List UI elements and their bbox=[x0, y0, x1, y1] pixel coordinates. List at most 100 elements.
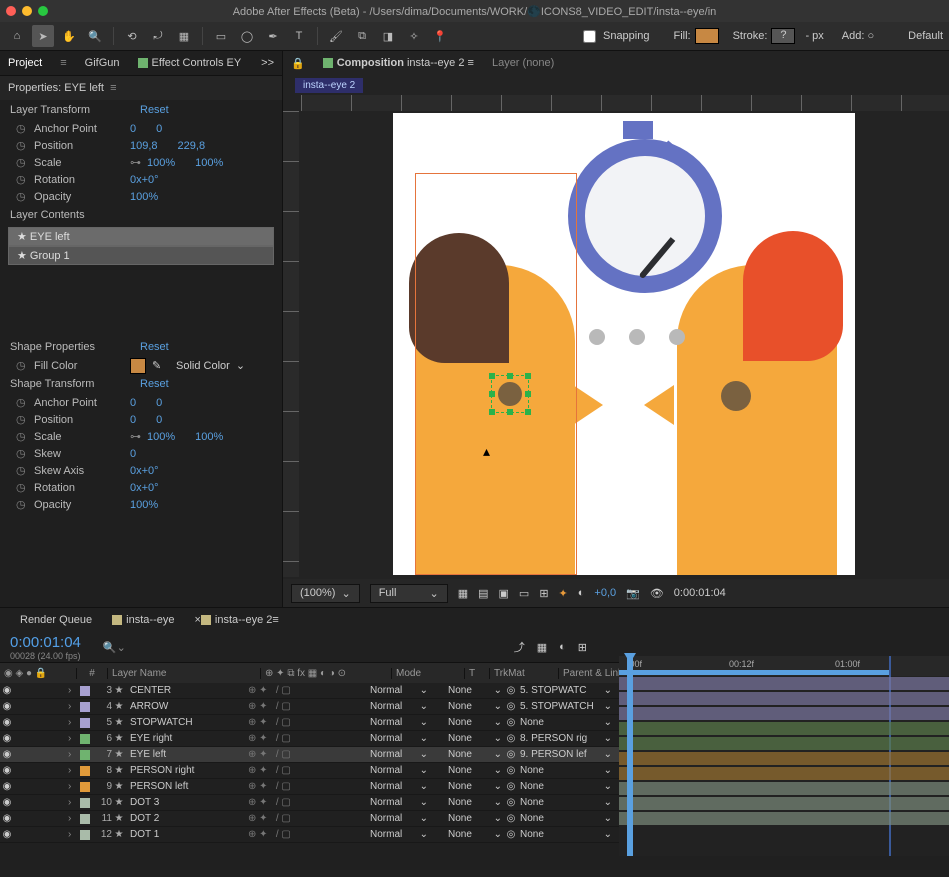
track-matte-dropdown[interactable]: None⌄ bbox=[448, 797, 502, 808]
motion-blur-icon[interactable]: ◐ bbox=[559, 641, 566, 653]
track-matte-dropdown[interactable]: None⌄ bbox=[448, 685, 502, 696]
layer-bar[interactable] bbox=[619, 782, 949, 795]
pin-tool-icon[interactable]: 📍 bbox=[429, 25, 451, 47]
pickwhip-icon[interactable]: ◎ bbox=[502, 765, 520, 776]
grid-icon[interactable]: ⊞ bbox=[539, 587, 548, 600]
tab-gifgun[interactable]: GifGun bbox=[85, 57, 120, 69]
blend-mode-dropdown[interactable]: Normal⌄ bbox=[370, 797, 428, 808]
window-buttons[interactable] bbox=[6, 6, 48, 16]
workspace-default[interactable]: Default bbox=[908, 30, 943, 42]
hand-tool-icon[interactable]: ✋ bbox=[58, 25, 80, 47]
fill-type-dropdown[interactable]: Solid Color ⌄ bbox=[176, 359, 245, 372]
pickwhip-icon[interactable]: ◎ bbox=[502, 685, 520, 696]
show-snapshot-icon[interactable]: 👁 bbox=[650, 587, 664, 600]
layer-name[interactable]: DOT 1 bbox=[126, 829, 248, 840]
snapshot-icon[interactable]: 📷 bbox=[626, 587, 640, 600]
close-icon[interactable] bbox=[6, 6, 16, 16]
layer-bar[interactable] bbox=[619, 677, 949, 690]
tab-insta-eye-2[interactable]: × insta--eye 2 ≡ bbox=[194, 614, 278, 626]
blend-mode-dropdown[interactable]: Normal⌄ bbox=[370, 749, 428, 760]
reset-shape-transform[interactable]: Reset bbox=[140, 378, 169, 390]
current-time-display[interactable]: 0:00:01:04 bbox=[10, 634, 81, 651]
pickwhip-icon[interactable]: ◎ bbox=[502, 749, 520, 760]
color-mgmt-icon[interactable]: ✦ bbox=[559, 587, 568, 600]
pickwhip-icon[interactable]: ◎ bbox=[502, 829, 520, 840]
visibility-icon[interactable]: ◉ bbox=[0, 701, 14, 712]
graph-editor-icon[interactable]: ⊞ bbox=[578, 641, 587, 654]
frame-blend-icon[interactable]: ▦ bbox=[537, 641, 547, 654]
label-color[interactable] bbox=[80, 782, 90, 792]
canvas-area[interactable]: ▴ bbox=[299, 111, 949, 577]
fast-preview-icon[interactable]: ▦ bbox=[458, 587, 468, 600]
stopwatch-icon[interactable]: ◷ bbox=[16, 139, 34, 152]
stroke-swatch[interactable]: ? bbox=[771, 28, 795, 44]
pickwhip-icon[interactable]: ◎ bbox=[502, 781, 520, 792]
layer-bar[interactable] bbox=[619, 707, 949, 720]
blend-mode-dropdown[interactable]: Normal⌄ bbox=[370, 765, 428, 776]
blend-mode-dropdown[interactable]: Normal⌄ bbox=[370, 717, 428, 728]
stopwatch-icon[interactable]: ◷ bbox=[16, 173, 34, 186]
blend-mode-dropdown[interactable]: Normal⌄ bbox=[370, 685, 428, 696]
stopwatch-icon[interactable]: ◷ bbox=[16, 359, 34, 372]
track-matte-dropdown[interactable]: None⌄ bbox=[448, 829, 502, 840]
ellipse-tool-icon[interactable]: ◯ bbox=[236, 25, 258, 47]
layer-bar[interactable] bbox=[619, 812, 949, 825]
reset-shape-props[interactable]: Reset bbox=[140, 341, 169, 353]
eraser-tool-icon[interactable]: ◨ bbox=[377, 25, 399, 47]
visibility-icon[interactable]: ◉ bbox=[0, 765, 14, 776]
shy-icon[interactable]: ⤴ bbox=[514, 639, 525, 655]
visibility-icon[interactable]: ◉ bbox=[0, 813, 14, 824]
visibility-icon[interactable]: ◉ bbox=[0, 749, 14, 760]
visibility-icon[interactable]: ◉ bbox=[0, 733, 14, 744]
comp-breadcrumb[interactable]: insta--eye 2 bbox=[295, 78, 363, 93]
blend-mode-dropdown[interactable]: Normal⌄ bbox=[370, 733, 428, 744]
current-time[interactable]: 0:00:01:04 bbox=[674, 587, 726, 599]
time-ruler[interactable]: :00f 00:12f 01:00f bbox=[619, 656, 949, 676]
reset-layer-transform[interactable]: Reset bbox=[140, 104, 169, 116]
blend-mode-dropdown[interactable]: Normal⌄ bbox=[370, 701, 428, 712]
stopwatch-icon[interactable]: ◷ bbox=[16, 396, 34, 409]
tab-effect-controls[interactable]: Effect Controls EY bbox=[138, 57, 242, 69]
tab-composition[interactable]: Composition insta--eye 2 ≡ bbox=[323, 57, 474, 69]
parent-dropdown[interactable]: None⌄ bbox=[520, 781, 612, 792]
layer-bar[interactable] bbox=[619, 722, 949, 735]
content-item[interactable]: ★ Group 1 bbox=[8, 246, 274, 265]
tab-insta-eye[interactable]: insta--eye bbox=[112, 614, 174, 626]
stopwatch-icon[interactable]: ◷ bbox=[16, 156, 34, 169]
tab-layer-none[interactable]: Layer (none) bbox=[492, 57, 554, 69]
visibility-icon[interactable]: ◉ bbox=[0, 797, 14, 808]
minimize-icon[interactable] bbox=[22, 6, 32, 16]
parent-dropdown[interactable]: None⌄ bbox=[520, 829, 612, 840]
pickwhip-icon[interactable]: ◎ bbox=[502, 701, 520, 712]
exposure-value[interactable]: +0,0 bbox=[594, 587, 616, 599]
zoom-tool-icon[interactable]: 🔍 bbox=[84, 25, 106, 47]
selection-handles[interactable] bbox=[491, 375, 529, 413]
parent-dropdown[interactable]: 8. PERSON rig⌄ bbox=[520, 733, 612, 744]
visibility-icon[interactable]: ◉ bbox=[0, 685, 14, 696]
fill-swatch[interactable] bbox=[695, 28, 719, 44]
label-color[interactable] bbox=[80, 734, 90, 744]
parent-dropdown[interactable]: 5. STOPWATCH⌄ bbox=[520, 701, 612, 712]
resolution-dropdown[interactable]: Full⌄ bbox=[370, 584, 448, 603]
reset-exposure-icon[interactable]: ◐ bbox=[578, 587, 585, 599]
rect-tool-icon[interactable]: ▭ bbox=[210, 25, 232, 47]
content-item[interactable]: ★ EYE left bbox=[8, 227, 274, 246]
selection-tool-icon[interactable]: ➤ bbox=[32, 25, 54, 47]
type-tool-icon[interactable]: T bbox=[288, 25, 310, 47]
track-matte-dropdown[interactable]: None⌄ bbox=[448, 813, 502, 824]
layer-name[interactable]: STOPWATCH bbox=[126, 717, 248, 728]
home-icon[interactable]: ⌂ bbox=[6, 25, 28, 47]
timeline-track-area[interactable]: :00f 00:12f 01:00f bbox=[619, 656, 949, 856]
eyedropper-icon[interactable]: ✎ bbox=[152, 359, 168, 372]
layer-name[interactable]: PERSON right bbox=[126, 765, 248, 776]
stopwatch-icon[interactable]: ◷ bbox=[16, 447, 34, 460]
layer-name[interactable]: EYE right bbox=[126, 733, 248, 744]
parent-dropdown[interactable]: None⌄ bbox=[520, 717, 612, 728]
stamp-tool-icon[interactable]: ⧉ bbox=[351, 25, 373, 47]
search-icon[interactable]: 🔍⌄ bbox=[103, 641, 126, 654]
roto-tool-icon[interactable]: ✧ bbox=[403, 25, 425, 47]
pickwhip-icon[interactable]: ◎ bbox=[502, 717, 520, 728]
parent-dropdown[interactable]: None⌄ bbox=[520, 813, 612, 824]
pen-tool-icon[interactable]: ✒ bbox=[262, 25, 284, 47]
visibility-icon[interactable]: ◉ bbox=[0, 781, 14, 792]
